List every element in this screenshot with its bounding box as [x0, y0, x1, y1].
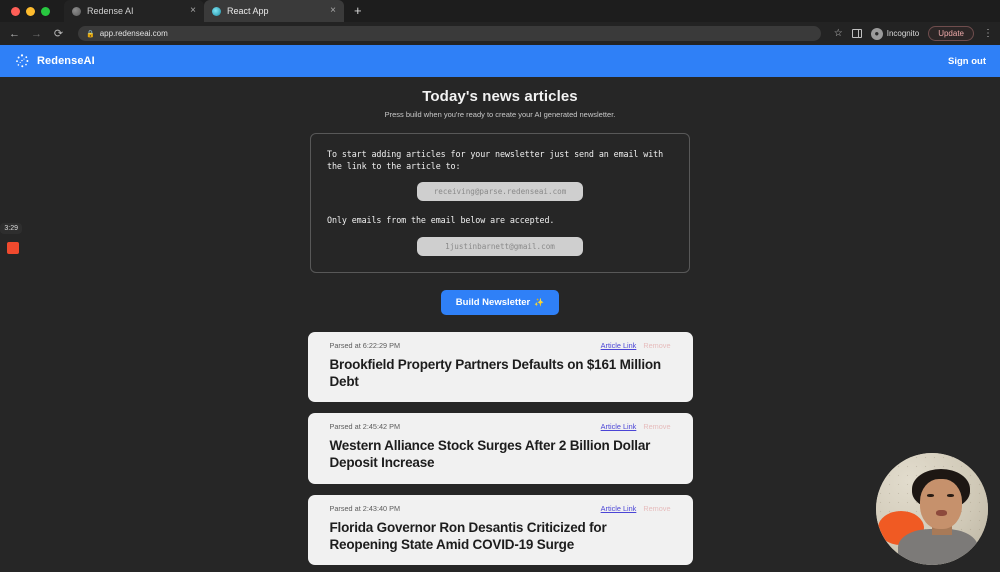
split-view-icon[interactable] [851, 29, 862, 38]
instructions-card: To start adding articles for your newsle… [310, 133, 690, 273]
app-header: RedenseAI Sign out [0, 45, 1000, 77]
tab-title: React App [227, 6, 269, 16]
article-card[interactable]: Parsed at 2:45:42 PM Article Link Remove… [307, 413, 693, 484]
zoom-window-button[interactable] [41, 6, 50, 16]
forward-icon[interactable]: → [30, 28, 43, 40]
page-viewport: RedenseAI Sign out Today's news articles… [0, 45, 1000, 572]
build-newsletter-button[interactable]: Build Newsletter ✨ [440, 289, 560, 315]
person-mouth [936, 510, 947, 516]
tab-react-app[interactable]: React App × [204, 0, 344, 22]
article-actions: Article Link Remove [601, 422, 671, 431]
page-subtitle: Press build when you're ready to create … [384, 110, 616, 119]
webcam-bubble[interactable] [876, 453, 988, 565]
article-link[interactable]: Article Link [601, 341, 637, 350]
new-tab-button[interactable]: + [344, 0, 372, 22]
article-title: Western Alliance Stock Surges After 2 Bi… [329, 438, 651, 471]
incognito-label: Incognito [886, 29, 920, 38]
receiving-email-field[interactable]: receiving@parse.redenseai.com [417, 182, 583, 202]
remove-article-link[interactable]: Remove [643, 341, 670, 350]
avatar: ● [870, 27, 883, 40]
article-card[interactable]: Parsed at 6:22:29 PM Article Link Remove… [307, 331, 693, 403]
tab-strip: Redense AI × React App × + [0, 0, 1000, 22]
react-favicon-icon [212, 6, 221, 16]
instructions-line-2: Only emails from the email below are acc… [327, 215, 555, 226]
sparkles-icon: ✨ [534, 297, 545, 307]
sign-out-button[interactable]: Sign out [948, 56, 986, 67]
parsed-timestamp: Parsed at 2:45:42 PM [329, 422, 401, 432]
close-tab-icon[interactable]: × [190, 6, 196, 16]
browser-toolbar: ← → ⟳ 🔒 app.redenseai.com ☆ ● Incognito … [0, 22, 1000, 45]
browser-menu-icon[interactable]: ⋮ [983, 28, 993, 39]
article-title: Brookfield Property Partners Defaults on… [329, 356, 662, 389]
recording-elapsed-time: 3:29 [0, 223, 22, 234]
article-link[interactable]: Article Link [601, 504, 637, 513]
sender-email-field[interactable]: 1justinbarnett@gmail.com [417, 236, 583, 256]
article-title: Florida Governor Ron Desantis Criticized… [329, 519, 607, 552]
page-content: Today's news articles Press build when y… [0, 77, 1000, 572]
minimize-window-button[interactable] [26, 6, 35, 16]
window-controls[interactable] [8, 0, 64, 22]
instructions-line-1: To start adding articles for your newsle… [327, 149, 664, 172]
remove-article-link[interactable]: Remove [643, 422, 670, 431]
article-actions: Article Link Remove [601, 504, 671, 513]
address-bar-url: app.redenseai.com [99, 29, 168, 38]
close-tab-icon[interactable]: × [330, 6, 336, 16]
screen-recorder-widget[interactable]: 3:29 [0, 223, 22, 254]
sparkle-dots-logo-icon [16, 54, 29, 68]
back-icon[interactable]: ← [8, 28, 21, 40]
browser-window: Redense AI × React App × + ← → ⟳ 🔒 app.r… [0, 0, 1000, 572]
article-link[interactable]: Article Link [601, 422, 637, 431]
bookmark-star-icon[interactable]: ☆ [834, 28, 843, 39]
build-newsletter-row: Build Newsletter ✨ [0, 289, 1000, 315]
article-meta: Parsed at 2:45:42 PM Article Link Remove [330, 422, 671, 431]
article-actions: Article Link Remove [601, 341, 671, 350]
article-meta: Parsed at 2:43:40 PM Article Link Remove [330, 504, 671, 513]
article-meta: Parsed at 6:22:29 PM Article Link Remove [330, 341, 671, 350]
incognito-indicator[interactable]: ● Incognito [870, 27, 920, 40]
brand[interactable]: RedenseAI [14, 53, 95, 69]
reload-icon[interactable]: ⟳ [52, 27, 65, 40]
brand-name: RedenseAI [37, 55, 95, 67]
person-eye-left [927, 494, 934, 497]
person-face [920, 479, 962, 529]
generic-favicon-icon [72, 6, 81, 16]
address-bar[interactable]: 🔒 app.redenseai.com [78, 26, 821, 41]
article-card[interactable]: Parsed at 2:43:40 PM Article Link Remove… [307, 494, 693, 566]
remove-article-link[interactable]: Remove [643, 504, 670, 513]
parsed-timestamp: Parsed at 2:43:40 PM [329, 503, 401, 513]
stop-recording-button[interactable] [7, 242, 19, 254]
build-newsletter-label: Build Newsletter [455, 296, 531, 308]
article-list: Parsed at 6:22:29 PM Article Link Remove… [0, 331, 1000, 572]
close-window-button[interactable] [11, 6, 20, 16]
update-button[interactable]: Update [928, 26, 974, 41]
parsed-timestamp: Parsed at 6:22:29 PM [329, 340, 401, 350]
person-eye-right [947, 494, 954, 497]
page-title: Today's news articles [422, 88, 578, 105]
tab-title: Redense AI [87, 6, 134, 16]
lock-icon: 🔒 [86, 30, 95, 38]
tab-redense-ai[interactable]: Redense AI × [64, 0, 204, 22]
